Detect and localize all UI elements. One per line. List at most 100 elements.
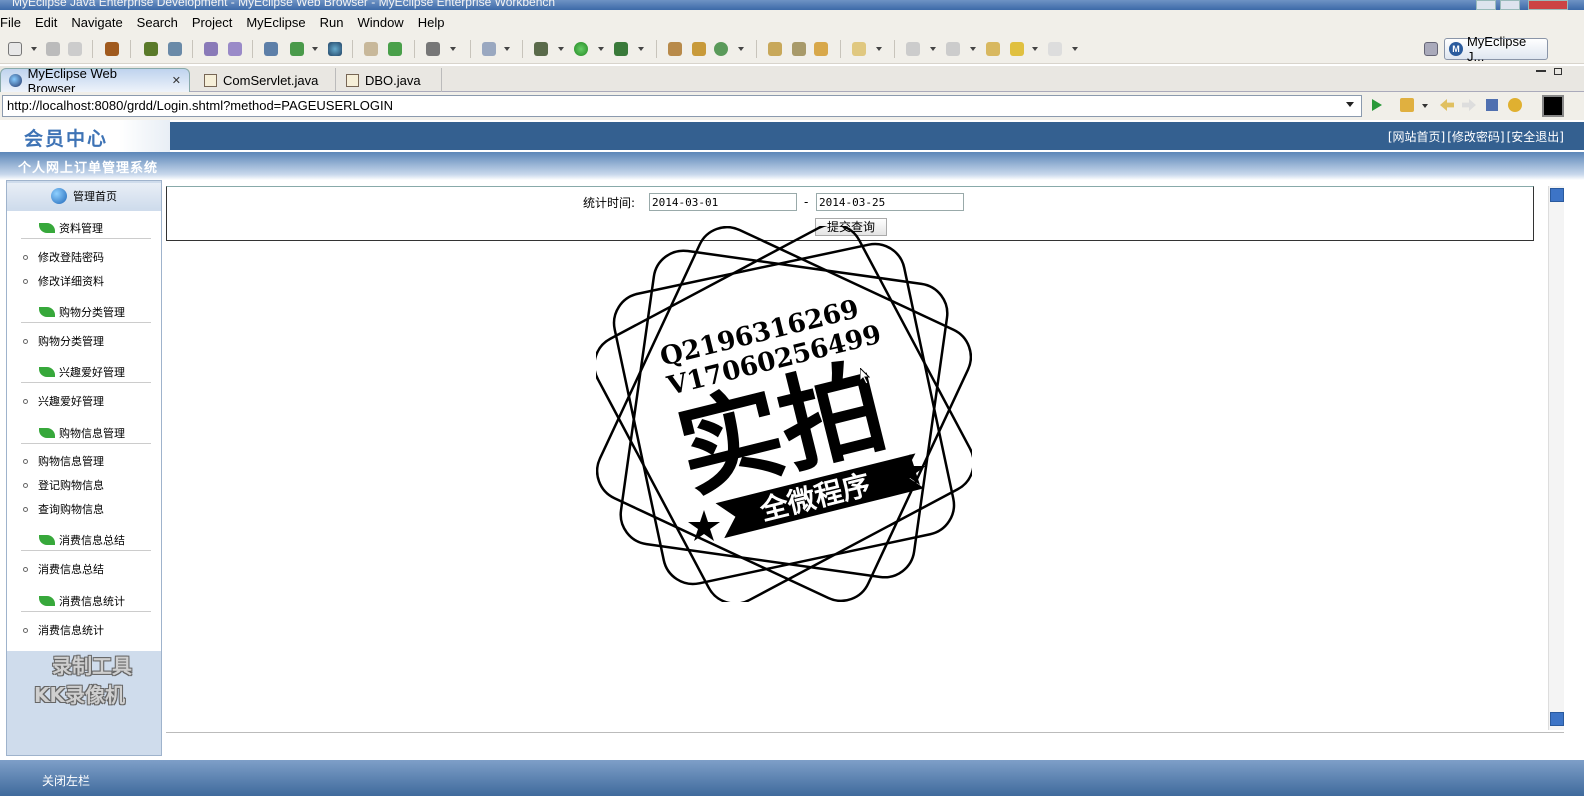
- menu-file[interactable]: File: [0, 15, 28, 30]
- run-icon[interactable]: [574, 42, 588, 56]
- link-logout[interactable]: [安全退出]: [1507, 128, 1564, 145]
- sidebar-group[interactable]: 购物信息管理: [21, 422, 151, 444]
- package-icon[interactable]: [105, 42, 119, 56]
- go-icon[interactable]: [1372, 99, 1382, 111]
- tab-comservlet[interactable]: ComServlet.java: [196, 68, 336, 92]
- folder-icon[interactable]: [852, 42, 866, 56]
- sync-icon[interactable]: [714, 42, 728, 56]
- new-file-icon[interactable]: [8, 42, 22, 56]
- scroll-up-icon[interactable]: [1550, 188, 1564, 202]
- link-change-password[interactable]: [修改密码]: [1447, 128, 1504, 145]
- forward-arrow-icon[interactable]: [1048, 42, 1062, 56]
- next-annotation-icon[interactable]: [906, 42, 920, 56]
- perspective-button[interactable]: M MyEclipse J...: [1444, 34, 1548, 64]
- camera-icon[interactable]: [426, 42, 440, 56]
- menu-search[interactable]: Search: [130, 15, 185, 30]
- sidebar-item[interactable]: 兴趣爱好管理: [23, 391, 153, 411]
- maximize-view-icon[interactable]: [1554, 68, 1562, 75]
- open-folder-icon[interactable]: [364, 42, 378, 56]
- chevron-down-icon[interactable]: [1032, 47, 1038, 51]
- print-icon[interactable]: [68, 42, 82, 56]
- build-icon[interactable]: [668, 42, 682, 56]
- menu-run[interactable]: Run: [313, 15, 351, 30]
- url-history-dropdown-icon[interactable]: [1346, 102, 1354, 107]
- back-arrow-icon[interactable]: [1010, 42, 1024, 56]
- chevron-down-icon[interactable]: [738, 47, 744, 51]
- chevron-down-icon[interactable]: [876, 47, 882, 51]
- menu-help[interactable]: Help: [411, 15, 452, 30]
- chevron-down-icon[interactable]: [504, 47, 510, 51]
- chevron-down-icon[interactable]: [638, 47, 644, 51]
- run-external-icon[interactable]: [614, 42, 628, 56]
- search-folder-icon[interactable]: [814, 42, 828, 56]
- tab-web-browser[interactable]: MyEclipse Web Browser ✕: [0, 66, 190, 96]
- close-window-button[interactable]: [1528, 0, 1568, 10]
- menu-myeclipse[interactable]: MyEclipse: [239, 15, 312, 30]
- new-class-icon[interactable]: [482, 42, 496, 56]
- favorites-icon[interactable]: [1400, 98, 1414, 112]
- open-type-icon[interactable]: [768, 42, 782, 56]
- start-date-input[interactable]: [649, 193, 797, 211]
- sidebar-group[interactable]: 消费信息统计: [21, 590, 151, 612]
- sidebar-item[interactable]: 查询购物信息: [23, 499, 153, 519]
- refresh-icon[interactable]: [388, 42, 402, 56]
- close-tab-icon[interactable]: ✕: [172, 74, 181, 87]
- save-icon[interactable]: [46, 42, 60, 56]
- sidebar-group[interactable]: 消费信息总结: [21, 529, 151, 551]
- run-server-icon[interactable]: [290, 42, 304, 56]
- sidebar-item[interactable]: 消费信息统计: [23, 620, 153, 640]
- open-resource-icon[interactable]: [792, 42, 806, 56]
- chevron-down-icon[interactable]: [558, 47, 564, 51]
- chevron-down-icon[interactable]: [930, 47, 936, 51]
- sidebar-item[interactable]: 修改登陆密码: [23, 247, 153, 267]
- refresh-icon[interactable]: [1508, 98, 1522, 112]
- maximize-button[interactable]: [1500, 0, 1520, 10]
- menu-navigate[interactable]: Navigate: [64, 15, 129, 30]
- sidebar-group[interactable]: 兴趣爱好管理: [21, 361, 151, 383]
- server-icon[interactable]: [168, 42, 182, 56]
- chevron-down-icon[interactable]: [1422, 104, 1428, 108]
- chevron-down-icon[interactable]: [450, 47, 456, 51]
- menu-window[interactable]: Window: [350, 15, 410, 30]
- chevron-down-icon[interactable]: [1072, 47, 1078, 51]
- horizontal-scrollbar[interactable]: [166, 732, 1564, 754]
- sidebar-item[interactable]: 购物信息管理: [23, 451, 153, 471]
- chevron-down-icon[interactable]: [312, 47, 318, 51]
- open-perspective-icon[interactable]: [1424, 42, 1438, 56]
- leaf-icon: [39, 595, 55, 606]
- chevron-down-icon[interactable]: [598, 47, 604, 51]
- chevron-down-icon[interactable]: [970, 47, 976, 51]
- forward-icon[interactable]: [1462, 99, 1476, 111]
- prev-annotation-icon[interactable]: [946, 42, 960, 56]
- end-date-input[interactable]: [816, 193, 964, 211]
- admin-home-link[interactable]: 管理首页: [7, 183, 161, 209]
- debug-bug-icon[interactable]: [144, 42, 158, 56]
- sidebar-item[interactable]: 购物分类管理: [23, 331, 153, 351]
- last-edit-icon[interactable]: [986, 42, 1000, 56]
- debug-icon[interactable]: [534, 42, 548, 56]
- minimize-button[interactable]: [1476, 0, 1496, 10]
- menu-edit[interactable]: Edit: [28, 15, 64, 30]
- close-left-panel-link[interactable]: 关闭左栏: [42, 772, 90, 789]
- minimize-view-icon[interactable]: [1536, 70, 1546, 72]
- deploy-icon[interactable]: [204, 42, 218, 56]
- vertical-scrollbar[interactable]: [1548, 186, 1564, 730]
- url-input[interactable]: http://localhost:8080/grdd/Login.shtml?m…: [2, 95, 1362, 117]
- web-project-icon[interactable]: [692, 42, 706, 56]
- tab-dbo[interactable]: DBO.java: [338, 68, 442, 92]
- sidebar-item[interactable]: 登记购物信息: [23, 475, 153, 495]
- capture-icon[interactable]: [1542, 95, 1564, 117]
- chevron-down-icon[interactable]: [31, 47, 37, 51]
- undeploy-icon[interactable]: [228, 42, 242, 56]
- back-icon[interactable]: [1440, 99, 1454, 111]
- sidebar-item[interactable]: 消费信息总结: [23, 559, 153, 579]
- scroll-down-icon[interactable]: [1550, 712, 1564, 726]
- stop-icon[interactable]: [1486, 99, 1498, 111]
- sidebar-group[interactable]: 资料管理: [21, 217, 151, 239]
- menu-project[interactable]: Project: [185, 15, 239, 30]
- sidebar-item[interactable]: 修改详细资料: [23, 271, 153, 291]
- globe-icon[interactable]: [328, 42, 342, 56]
- link-site-home[interactable]: [网站首页]: [1388, 128, 1445, 145]
- sidebar-group[interactable]: 购物分类管理: [21, 301, 151, 323]
- servers-icon[interactable]: [264, 42, 278, 56]
